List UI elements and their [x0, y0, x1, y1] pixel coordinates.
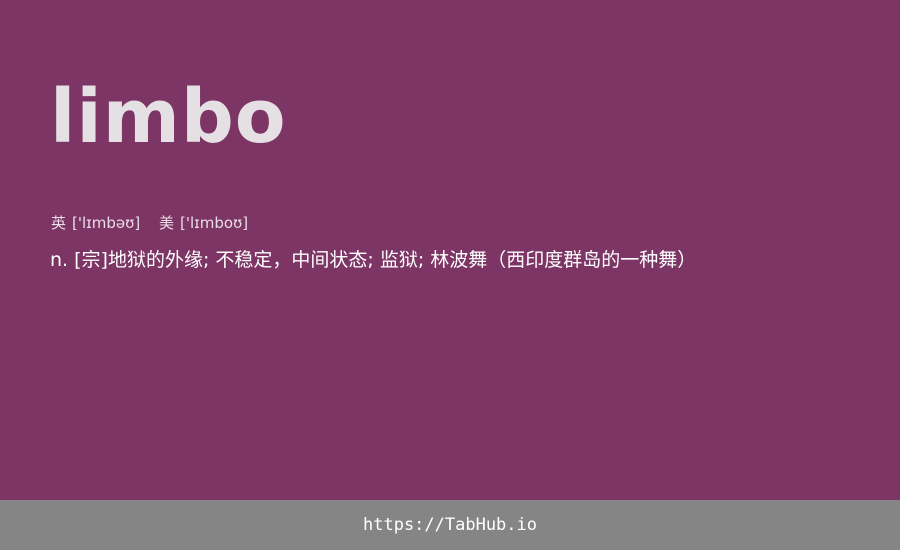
tabhub-link[interactable]: https://TabHub.io: [363, 515, 537, 535]
phonetics-row: 英 ['lɪmbəʊ] 美 ['lɪmboʊ]: [51, 212, 248, 234]
uk-pronunciation: 英 ['lɪmbəʊ]: [51, 212, 140, 234]
uk-ipa: ['lɪmbəʊ]: [72, 214, 141, 232]
footer-bar: https://TabHub.io: [0, 500, 900, 550]
us-label: 美: [159, 214, 175, 232]
headword: limbo: [50, 74, 287, 160]
us-pronunciation: 美 ['lɪmboʊ]: [159, 212, 248, 234]
word-card: limbo 英 ['lɪmbəʊ] 美 ['lɪmboʊ] n. [宗]地狱的外缘;…: [0, 0, 900, 500]
us-ipa: ['lɪmboʊ]: [180, 214, 249, 232]
definition-text: n. [宗]地狱的外缘; 不稳定，中间状态; 监狱; 林波舞（西印度群岛的一种舞…: [50, 249, 697, 271]
uk-label: 英: [51, 214, 67, 232]
